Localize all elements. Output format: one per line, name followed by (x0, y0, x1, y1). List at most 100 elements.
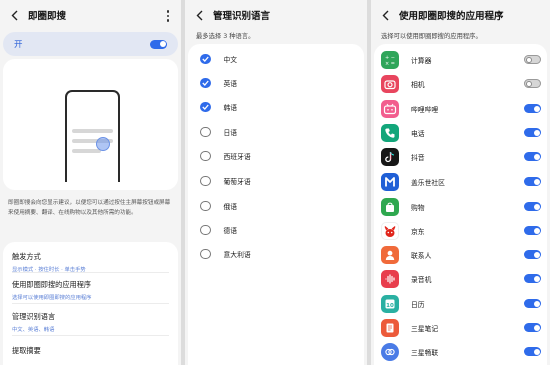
app-toggle[interactable] (524, 177, 541, 186)
app-toggle[interactable] (524, 128, 541, 137)
checkbox-checked-icon[interactable] (200, 101, 211, 113)
app-row-contacts[interactable]: 联系人 (381, 246, 541, 264)
camera-icon (381, 75, 399, 93)
checkbox-unchecked-icon[interactable] (200, 150, 211, 162)
app-label: 三星笔记 (411, 325, 439, 333)
recorder-icon (381, 270, 399, 288)
checkbox-unchecked-icon[interactable] (200, 175, 211, 187)
language-option-english[interactable]: 英语 (200, 76, 237, 90)
back-icon[interactable] (8, 8, 20, 22)
app-row-douyin[interactable]: 抖音 (381, 148, 541, 166)
svg-text:10: 10 (386, 303, 394, 309)
master-switch-toggle[interactable] (150, 39, 167, 49)
app-toggle[interactable] (524, 226, 541, 235)
divider (12, 303, 169, 304)
continuity-icon (381, 343, 399, 361)
header: 管理识别语言 (185, 0, 367, 30)
app-row-bilibili[interactable]: 哔哩哔哩 (381, 100, 541, 118)
language-label: 中文 (223, 56, 238, 64)
language-label: 西班牙语 (223, 153, 251, 161)
app-row-recorder[interactable]: 录音机 (381, 270, 541, 288)
recognition-language-screen: 管理识别语言 最多选择 3 种语言。 中文 英语 韩语 日语 西班牙语 葡萄牙语 (185, 0, 367, 365)
back-icon[interactable] (193, 8, 205, 22)
calculator-icon: + − × = (381, 51, 399, 69)
language-option-chinese[interactable]: 中文 (200, 52, 237, 66)
language-option-korean[interactable]: 韩语 (200, 100, 237, 114)
language-label: 韩语 (223, 104, 238, 112)
page-title: 管理识别语言 (213, 11, 271, 22)
language-option-japanese[interactable]: 日语 (200, 125, 237, 139)
bilibili-icon (381, 100, 399, 118)
notes-icon (381, 319, 399, 337)
checkbox-unchecked-icon[interactable] (200, 200, 211, 212)
checkbox-unchecked-icon[interactable] (200, 224, 211, 236)
svg-text:× =: × = (385, 61, 395, 66)
setting-title: 触发方式 (12, 252, 41, 261)
contacts-icon (381, 246, 399, 264)
divider (12, 272, 169, 273)
app-toggle[interactable] (524, 152, 541, 161)
language-option-german[interactable]: 德语 (200, 223, 237, 237)
app-toggle[interactable] (524, 104, 541, 113)
checkbox-unchecked-icon[interactable] (200, 126, 211, 138)
app-toggle[interactable] (524, 250, 541, 259)
placeholder-line (72, 149, 101, 153)
app-row-phone[interactable]: 电话 (381, 124, 541, 142)
app-label: 计算器 (411, 57, 432, 65)
setting-trigger-method[interactable]: 触发方式 显示模式 · 按住时长 · 单击手势 (12, 252, 169, 273)
app-label: 联系人 (411, 252, 432, 260)
language-option-spanish[interactable]: 西班牙语 (200, 149, 251, 163)
shopping-icon (381, 198, 399, 216)
app-row-calculator[interactable]: + − × = 计算器 (381, 51, 541, 69)
app-toggle[interactable] (524, 55, 541, 64)
language-option-italian[interactable]: 意大利语 (200, 247, 251, 261)
app-toggle[interactable] (524, 202, 541, 211)
app-label: 购物 (411, 204, 425, 212)
master-switch-row[interactable]: 开 (3, 32, 178, 56)
setting-title: 提取摘要 (12, 346, 41, 355)
app-toggle[interactable] (524, 299, 541, 308)
app-row-camera[interactable]: 相机 (381, 75, 541, 93)
checkbox-checked-icon[interactable] (200, 53, 211, 65)
phone-illustration-icon (65, 90, 120, 182)
members-icon (381, 173, 399, 191)
calendar-icon: 10 (381, 295, 399, 313)
settings-list: 触发方式 显示模式 · 按住时长 · 单击手势 使用即圈即搜的应用程序 选择可以… (3, 242, 178, 365)
app-label: 盖乐世社区 (411, 179, 445, 187)
language-list: 中文 英语 韩语 日语 西班牙语 葡萄牙语 俄语 德语 意大利语 (188, 44, 364, 365)
language-option-portuguese[interactable]: 葡萄牙语 (200, 174, 251, 188)
setting-subtitle: 选择可以使用即圈即搜的应用程序 (12, 295, 92, 301)
app-row-jd[interactable]: 京东 (381, 222, 541, 240)
app-row-samsung-members[interactable]: 盖乐世社区 (381, 173, 541, 191)
setting-extract-summary[interactable]: 提取摘要 (12, 346, 169, 356)
app-row-samsung-notes[interactable]: 三星笔记 (381, 319, 541, 337)
app-toggle[interactable] (524, 347, 541, 356)
feature-illustration (3, 59, 178, 190)
app-label: 相机 (411, 81, 425, 89)
app-row-calendar[interactable]: 10 日历 (381, 295, 541, 313)
back-icon[interactable] (379, 8, 391, 22)
setting-supported-apps[interactable]: 使用即圈即搜的应用程序 选择可以使用即圈即搜的应用程序 (12, 280, 169, 301)
app-toggle[interactable] (524, 323, 541, 332)
setting-subtitle: 中文、英语、韩语 (12, 327, 55, 333)
checkbox-checked-icon[interactable] (200, 77, 211, 89)
language-option-russian[interactable]: 俄语 (200, 199, 237, 213)
app-toggle[interactable] (524, 79, 541, 88)
phone-icon (381, 124, 399, 142)
setting-recognition-languages[interactable]: 管理识别语言 中文、英语、韩语 (12, 312, 169, 333)
checkbox-unchecked-icon[interactable] (200, 248, 211, 260)
language-label: 德语 (223, 227, 238, 235)
app-row-samsung-continuity[interactable]: 三星畅联 (381, 343, 541, 361)
feature-description: 即圈即搜会向您显示建议，以便您可以通过按住主屏幕按钮或屏幕来使用摘要、翻译、在线… (8, 200, 171, 216)
app-toggle[interactable] (524, 274, 541, 283)
language-limit-hint: 最多选择 3 种语言。 (196, 33, 255, 40)
douyin-icon (381, 148, 399, 166)
language-label: 意大利语 (223, 251, 251, 259)
apps-hint: 选择可以使用即圈即搜的应用程序。 (381, 33, 482, 40)
more-options-icon[interactable] (166, 10, 170, 22)
language-label: 俄语 (223, 203, 238, 211)
page-title: 即圈即搜 (28, 11, 67, 22)
app-label: 电话 (411, 130, 425, 138)
app-label: 哔哩哔哩 (411, 106, 439, 114)
app-row-shopping[interactable]: 购物 (381, 198, 541, 216)
